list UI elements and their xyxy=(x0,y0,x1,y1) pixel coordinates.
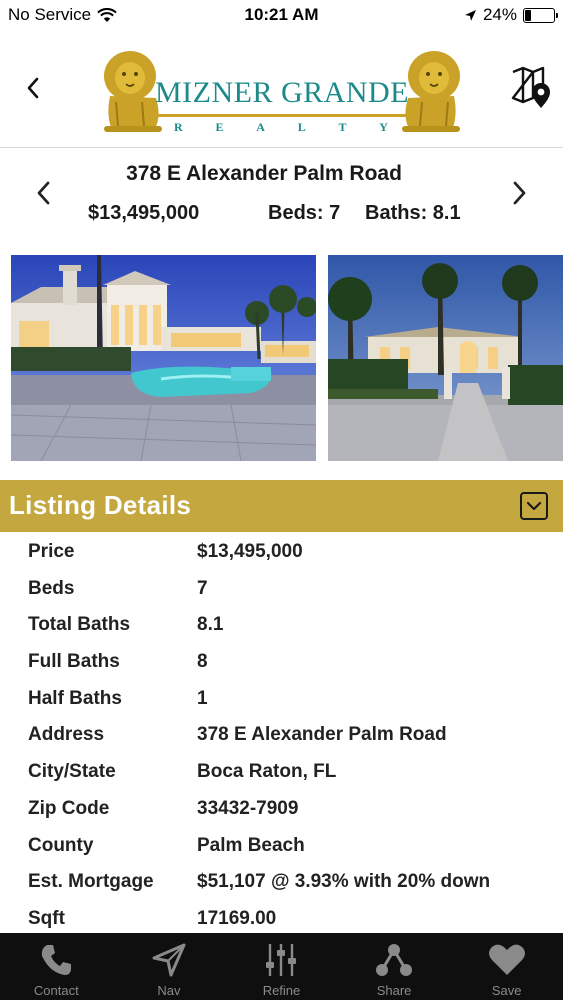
logo-divider xyxy=(154,114,410,117)
detail-row-zip-code: Zip Code 33432-7909 xyxy=(0,790,563,827)
detail-value: 378 E Alexander Palm Road xyxy=(197,724,447,746)
tab-share[interactable]: Share xyxy=(338,933,451,1000)
detail-row-address: Address 378 E Alexander Palm Road xyxy=(0,716,563,753)
listing-details-title: Listing Details xyxy=(9,490,192,520)
tab-contact[interactable]: Contact xyxy=(0,933,113,1000)
detail-value: 8.1 xyxy=(197,614,224,636)
bottom-tab-bar: Contact Nav Refine Share Save xyxy=(0,933,563,1000)
logo-title: MIZNER GRANDE xyxy=(155,76,409,109)
photo-gallery[interactable] xyxy=(0,255,563,461)
tab-label: Share xyxy=(376,983,412,998)
tab-save[interactable]: Save xyxy=(450,933,563,1000)
battery-icon xyxy=(523,7,558,23)
detail-value: Palm Beach xyxy=(197,834,305,856)
detail-value: $13,495,000 xyxy=(197,541,303,562)
detail-row-county: County Palm Beach xyxy=(0,827,563,864)
logo-letter: A xyxy=(256,120,265,134)
chevron-left-icon xyxy=(27,77,39,99)
detail-row-sqft: Sqft 17169.00 xyxy=(0,900,563,937)
sliders-icon xyxy=(261,940,301,980)
logo-letter: Y xyxy=(379,120,388,134)
chevron-down-icon xyxy=(526,501,542,511)
detail-value: 33432-7909 xyxy=(197,797,299,819)
logo-subtitle: R E A L T Y xyxy=(174,120,388,135)
listing-photo-driveway[interactable] xyxy=(328,255,563,461)
heart-icon xyxy=(487,940,527,980)
tab-label: Nav xyxy=(157,983,181,998)
detail-label: Zip Code xyxy=(28,797,110,819)
app-header: MIZNER GRANDE R E A L T Y xyxy=(0,30,563,148)
detail-row-total-baths: Total Baths 8.1 xyxy=(0,606,563,643)
detail-label: Half Baths xyxy=(28,687,122,709)
logo-letter: L xyxy=(297,120,306,134)
listing-baths: Baths: 8.1 xyxy=(365,202,461,224)
detail-label: City/State xyxy=(28,761,116,783)
phone-icon xyxy=(36,940,76,980)
logo-letter: R xyxy=(174,120,183,134)
detail-row-beds: Beds 7 xyxy=(0,570,563,607)
listing-details-header[interactable]: Listing Details xyxy=(0,480,563,532)
collapse-toggle-button[interactable] xyxy=(520,492,548,520)
share-icon xyxy=(374,940,414,980)
listing-details-table: Price $13,495,000 Beds 7 Total Baths 8.1… xyxy=(0,533,563,937)
tab-label: Save xyxy=(491,983,522,998)
detail-label: Address xyxy=(28,724,105,746)
detail-row-half-baths: Half Baths 1 xyxy=(0,680,563,717)
listing-photo-pool[interactable] xyxy=(11,255,316,461)
detail-label: County xyxy=(28,834,94,856)
lion-right-icon xyxy=(402,51,460,132)
location-arrow-icon xyxy=(464,9,476,21)
battery-level xyxy=(525,9,531,21)
logo-letter: T xyxy=(338,120,347,134)
detail-value: Boca Raton, FL xyxy=(197,761,337,783)
listing-summary: 378 E Alexander Palm Road $13,495,000 Be… xyxy=(0,150,563,240)
logo-letter: E xyxy=(215,120,224,134)
map-pin-icon xyxy=(511,66,550,108)
detail-value: 17169.00 xyxy=(197,907,277,929)
detail-label: Total Baths xyxy=(28,614,131,636)
battery-percent: 24% xyxy=(482,5,517,24)
detail-label: Est. Mortgage xyxy=(28,871,154,893)
map-button[interactable] xyxy=(509,64,553,110)
status-right: 24% xyxy=(464,5,558,25)
listing-beds: Beds: 7 xyxy=(268,202,341,224)
detail-value: 1 xyxy=(197,687,208,709)
listing-price: $13,495,000 xyxy=(88,202,200,224)
detail-row-city-state: City/State Boca Raton, FL xyxy=(0,753,563,790)
detail-value: $51,107 @ 3.93% with 20% down xyxy=(197,871,491,893)
detail-label: Full Baths xyxy=(28,651,120,673)
next-listing-button[interactable] xyxy=(507,178,533,208)
tab-label: Contact xyxy=(33,983,79,998)
back-button[interactable] xyxy=(18,70,48,106)
tab-nav[interactable]: Nav xyxy=(113,933,226,1000)
detail-label: Sqft xyxy=(28,907,65,929)
listing-address: 378 E Alexander Palm Road xyxy=(126,162,402,185)
chevron-right-icon xyxy=(513,181,526,205)
tab-label: Refine xyxy=(262,983,301,998)
navigation-arrow-icon xyxy=(149,940,189,980)
tab-refine[interactable]: Refine xyxy=(225,933,338,1000)
detail-label: Price xyxy=(28,541,75,562)
detail-row-price: Price $13,495,000 xyxy=(0,533,563,570)
detail-row-est-mortgage: Est. Mortgage $51,107 @ 3.93% with 20% d… xyxy=(0,863,563,900)
detail-value: 8 xyxy=(197,651,208,673)
status-bar: No Service 10:21 AM 24% xyxy=(0,0,563,30)
detail-label: Beds xyxy=(28,577,75,599)
detail-value: 7 xyxy=(197,577,208,599)
brand-logo: MIZNER GRANDE R E A L T Y xyxy=(96,46,468,134)
detail-row-full-baths: Full Baths 8 xyxy=(0,643,563,680)
